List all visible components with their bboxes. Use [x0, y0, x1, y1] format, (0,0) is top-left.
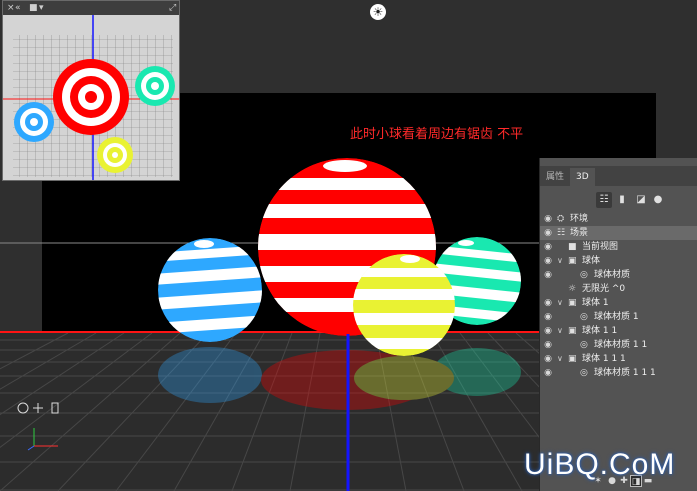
lights-filter-icon[interactable]: ● [650, 192, 666, 208]
visibility-eye-icon[interactable]: ◉ [543, 366, 553, 380]
visibility-eye-icon[interactable]: ◉ [543, 268, 553, 282]
mesh-icon: ▣ [568, 256, 577, 266]
layer-label: 球体 1 1 1 [582, 354, 626, 364]
mesh-icon: ▣ [568, 326, 577, 336]
jagged-edges-annotation: 此时小球看着周边有锯齿 不平 [350, 127, 524, 142]
visibility-eye-icon[interactable]: ◉ [543, 352, 553, 366]
visibility-eye-icon[interactable]: ◉ [543, 254, 553, 268]
visibility-eye-icon[interactable]: ◉ [543, 226, 553, 240]
layer-row-sphere-1-1-1[interactable]: ◉ ∨ ▣ 球体 1 1 1 [540, 352, 697, 366]
layer-label: 球体材质 1 1 [594, 340, 648, 350]
visibility-eye-icon[interactable]: ◉ [543, 338, 553, 352]
secondary-view-scene [3, 15, 179, 180]
blue-striped-ball[interactable] [147, 238, 272, 342]
environment-icon: ⛭ [557, 214, 565, 224]
secondary-view[interactable]: × « ■ ▾ ⤢ [2, 0, 180, 181]
visibility-eye-icon[interactable]: ◉ [543, 324, 553, 338]
layer-row-infinite-light[interactable]: ◉ ☼ 无限光 ^0 [540, 282, 697, 296]
layer-row-current-view[interactable]: ◉ ■ 当前视图 [540, 240, 697, 254]
whole-scene-filter-icon[interactable]: ☷ [596, 192, 612, 208]
layer-row-sphere-material-1-1-1[interactable]: ◉ ◎ 球体材质 1 1 1 [540, 366, 697, 380]
layer-row-sphere-material-1[interactable]: ◉ ◎ 球体材质 1 [540, 310, 697, 324]
panel-filter-toolbar: ☷ ▮ ◪ ● [540, 190, 697, 212]
visibility-eye-icon[interactable]: ◉ [543, 296, 553, 310]
layer-label: 场景 [570, 228, 589, 238]
layer-label: 球体 1 1 [582, 326, 618, 336]
layer-row-sphere-1[interactable]: ◉ ∨ ▣ 球体 1 [540, 296, 697, 310]
panel-tab-bar: 属性 3D [540, 166, 697, 186]
layer-row-sphere-material[interactable]: ◉ ◎ 球体材质 [540, 268, 697, 282]
layer-label: 无限光 ^0 [582, 284, 626, 294]
chevron-down-icon[interactable]: ∨ [557, 296, 563, 310]
visibility-eye-icon[interactable]: ◉ [543, 282, 553, 296]
layer-row-environment[interactable]: ◉ ⛭ 环境 [540, 212, 697, 226]
chevron-down-icon[interactable]: ∨ [557, 254, 563, 268]
visibility-eye-icon[interactable]: ◉ [543, 212, 553, 226]
3d-panel[interactable]: 属性 3D ☷ ▮ ◪ ● ◉ ⛭ 环境 ◉ ☷ 场景 ◉ ■ 当前视图 ◉ ∨… [539, 158, 697, 491]
mesh-icon: ▣ [568, 298, 577, 308]
collapse-icon[interactable]: « [15, 1, 21, 15]
layer-label: 球体材质 1 [594, 312, 639, 322]
material-icon: ◎ [580, 312, 588, 322]
tab-properties[interactable]: 属性 [540, 168, 570, 186]
layer-label: 球体材质 1 1 1 [594, 368, 656, 378]
scene-icon: ☷ [557, 228, 566, 238]
layer-row-sphere-material-1-1[interactable]: ◉ ◎ 球体材质 1 1 [540, 338, 697, 352]
layer-row-sphere-1-1[interactable]: ◉ ∨ ▣ 球体 1 1 [540, 324, 697, 338]
expand-icon[interactable]: ⤢ [169, 1, 176, 15]
camera-icon[interactable]: ■ [29, 1, 38, 15]
light-icon: ☼ [568, 284, 577, 294]
close-icon[interactable]: × [7, 1, 15, 15]
chevron-down-icon[interactable]: ▾ [39, 1, 44, 15]
layer-row-scene[interactable]: ◉ ☷ 场景 [540, 226, 697, 240]
secondary-view-bar: × « ■ ▾ ⤢ [3, 1, 179, 15]
layer-label: 球体材质 [594, 270, 631, 280]
meshes-filter-icon[interactable]: ▮ [614, 192, 630, 208]
layer-label: 环境 [570, 214, 589, 224]
layer-label: 球体 [582, 256, 601, 266]
tab-3d[interactable]: 3D [570, 168, 595, 186]
watermark: UiBQ.CoM [524, 448, 676, 481]
material-icon: ◎ [580, 340, 588, 350]
material-icon: ◎ [580, 270, 588, 280]
chevron-down-icon[interactable]: ∨ [557, 352, 563, 366]
visibility-eye-icon[interactable]: ◉ [543, 240, 553, 254]
sun-light-icon[interactable]: ☀ [370, 4, 386, 20]
layer-label: 当前视图 [582, 242, 619, 252]
materials-filter-icon[interactable]: ◪ [633, 192, 649, 208]
layer-row-sphere[interactable]: ◉ ∨ ▣ 球体 [540, 254, 697, 268]
chevron-down-icon[interactable]: ∨ [557, 324, 563, 338]
camera-icon: ■ [568, 242, 577, 252]
mesh-icon: ▣ [568, 354, 577, 364]
material-icon: ◎ [580, 368, 588, 378]
visibility-eye-icon[interactable]: ◉ [543, 310, 553, 324]
layer-label: 球体 1 [582, 298, 609, 308]
